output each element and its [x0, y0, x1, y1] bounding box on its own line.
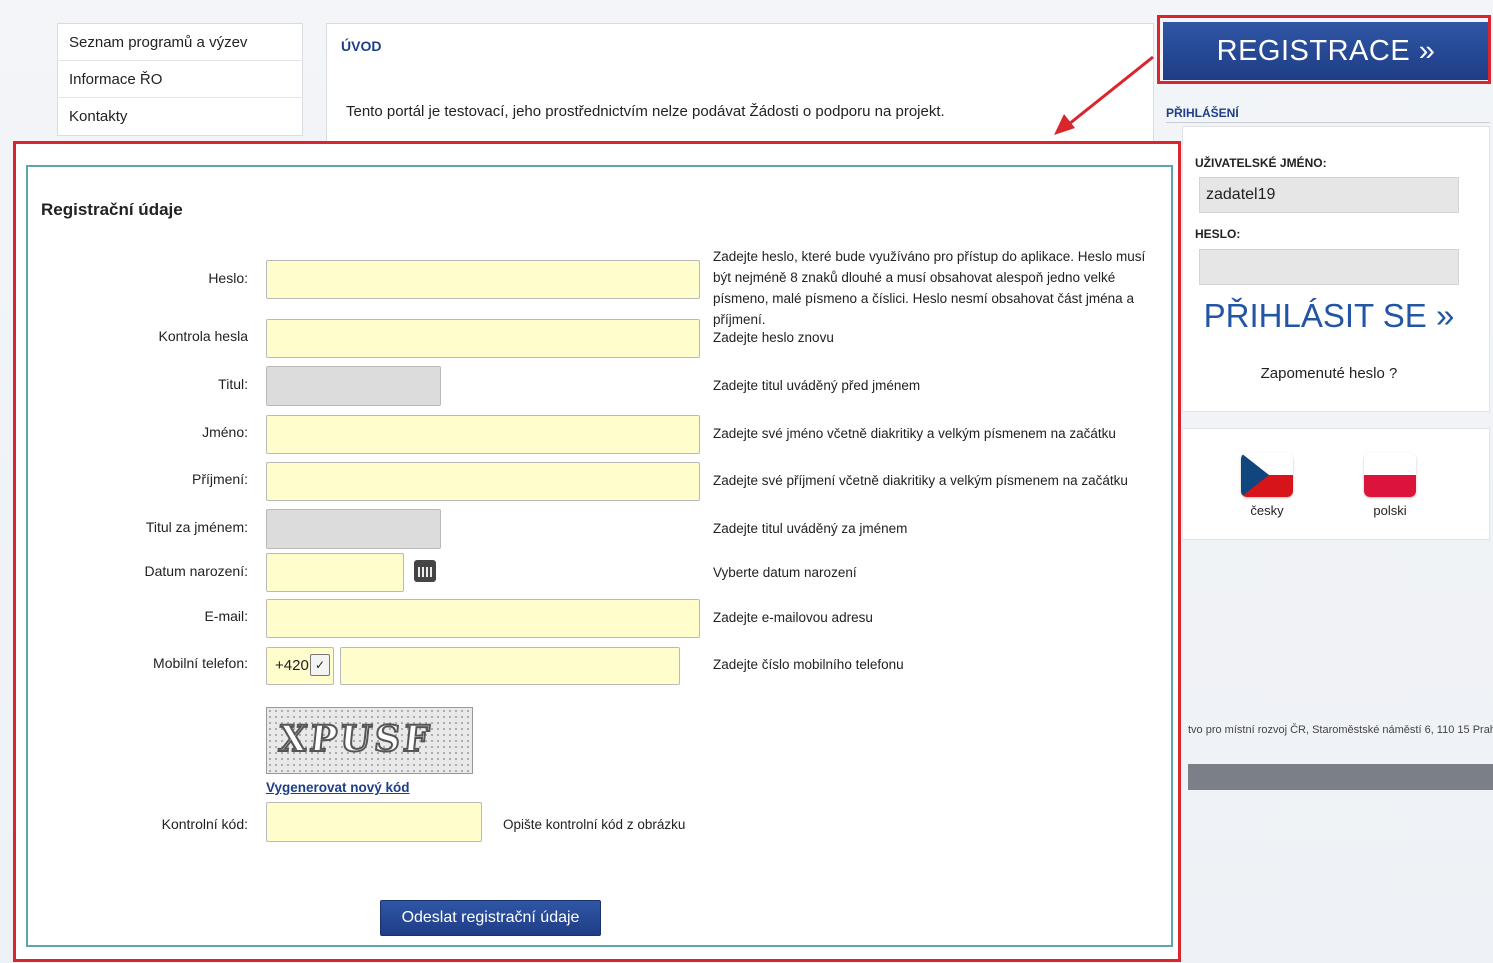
captcha-code-input[interactable] [266, 802, 482, 842]
submit-registration-button[interactable]: Odeslat registrační údaje [380, 900, 601, 936]
captcha-text: XPUSF [276, 717, 435, 761]
pl-flag-icon [1364, 453, 1416, 497]
nav-item-programs[interactable]: Seznam programů a výzev [58, 24, 302, 61]
title-before-hint: Zadejte titul uváděný před jménem [713, 378, 921, 393]
first-name-input[interactable] [266, 415, 700, 454]
password-field-label: Heslo: [208, 270, 248, 286]
title-after-hint: Zadejte titul uváděný za jménem [713, 521, 908, 536]
language-polish-label: polski [1373, 503, 1407, 518]
regenerate-captcha-link[interactable]: Vygenerovat nový kód [266, 780, 410, 795]
login-button[interactable]: PŘIHLÁSIT SE » [1183, 297, 1475, 335]
title-before-select[interactable] [266, 366, 441, 406]
annotation-arrow [1054, 55, 1154, 135]
intro-text: Tento portál je testovací, jeho prostřed… [346, 103, 945, 120]
footer-bar [1188, 764, 1493, 790]
intro-panel: ÚVOD Tento portál je testovací, jeho pro… [326, 23, 1154, 148]
first-name-hint: Zadejte své jméno včetně diakritiky a ve… [713, 426, 1116, 441]
forgot-password-link[interactable]: Zapomenuté heslo ? [1183, 365, 1475, 382]
birth-date-input[interactable] [266, 553, 404, 592]
username-label: UŽIVATELSKÉ JMÉNO: [1195, 156, 1327, 170]
title-after-select[interactable] [266, 509, 441, 549]
title-before-label: Titul: [218, 376, 248, 392]
email-input[interactable] [266, 599, 700, 638]
intro-title: ÚVOD [341, 38, 382, 54]
login-panel: UŽIVATELSKÉ JMÉNO: zadatel19 HESLO: PŘIH… [1182, 126, 1490, 412]
login-divider [1166, 122, 1490, 123]
password-hint: Zadejte heslo, které bude využíváno pro … [713, 249, 1146, 327]
login-section-title: PŘIHLÁŠENÍ [1166, 106, 1239, 120]
register-password-input[interactable] [266, 260, 700, 299]
chevron-down-icon[interactable]: ✓ [310, 654, 330, 676]
register-button[interactable]: REGISTRACE » [1163, 22, 1489, 80]
captcha-code-hint: Opište kontrolní kód z obrázku [503, 817, 686, 832]
email-label: E-mail: [204, 608, 248, 624]
email-hint: Zadejte e-mailovou adresu [713, 610, 873, 625]
password-confirm-input[interactable] [266, 319, 700, 358]
birth-date-label: Datum narození: [144, 563, 249, 579]
password-confirm-label: Kontrola hesla [158, 328, 248, 344]
captcha-image: XPUSF [266, 707, 473, 774]
language-czech-label: česky [1250, 503, 1284, 518]
phone-prefix-value: +420 [275, 657, 309, 674]
first-name-label: Jméno: [202, 424, 248, 440]
form-title: Registrační údaje [41, 200, 183, 219]
captcha-code-label: Kontrolní kód: [161, 816, 248, 832]
title-after-label: Titul za jménem: [145, 519, 248, 535]
nav-item-info[interactable]: Informace ŘO [58, 61, 302, 98]
cz-flag-icon [1241, 453, 1293, 497]
language-polish[interactable]: polski [1360, 453, 1420, 518]
phone-hint: Zadejte číslo mobilního telefonu [713, 657, 904, 672]
birth-date-hint: Vyberte datum narození [713, 565, 857, 580]
last-name-label: Příjmení: [191, 471, 248, 487]
language-panel: česky polski [1182, 428, 1490, 540]
calendar-icon[interactable] [414, 560, 436, 582]
username-input[interactable]: zadatel19 [1199, 177, 1459, 213]
last-name-input[interactable] [266, 462, 700, 501]
password-label: HESLO: [1195, 227, 1241, 241]
footer-address: tvo pro místní rozvoj ČR, Staroměstské n… [1188, 724, 1493, 736]
left-navigation: Seznam programů a výzev Informace ŘO Kon… [57, 23, 303, 136]
password-input[interactable] [1199, 249, 1459, 285]
phone-prefix-select[interactable]: +420 ✓ [266, 647, 334, 685]
nav-item-contacts[interactable]: Kontakty [58, 98, 302, 135]
language-czech[interactable]: česky [1237, 453, 1297, 518]
phone-label: Mobilní telefon: [153, 655, 248, 671]
password-confirm-hint: Zadejte heslo znovu [713, 330, 834, 345]
last-name-hint: Zadejte své příjmení včetně diakritiky a… [713, 473, 1128, 488]
phone-input[interactable] [340, 647, 680, 685]
